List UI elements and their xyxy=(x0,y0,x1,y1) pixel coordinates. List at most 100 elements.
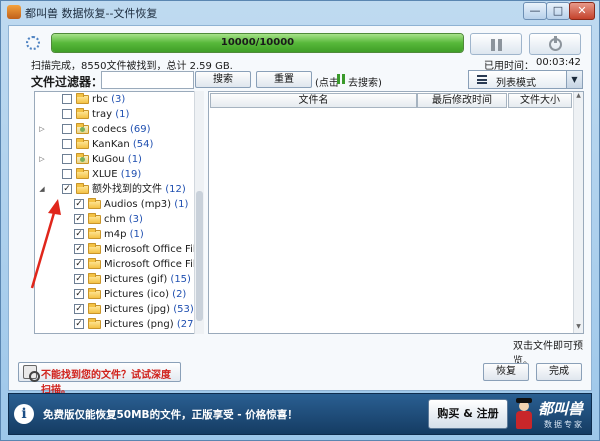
finish-button[interactable]: 完成 xyxy=(536,363,582,381)
tree-item-checkbox[interactable] xyxy=(62,109,72,119)
deep-scan-icon xyxy=(23,365,40,382)
tree-item-checkbox[interactable]: ✓ xyxy=(62,184,72,194)
footer-banner: i 免费版仅能恢复50MB的文件，正版享受 - 价格惊喜！ 购买 & 注册 都叫… xyxy=(8,393,592,435)
pause-hint-icon xyxy=(337,74,346,84)
tree-scrollbar-thumb[interactable] xyxy=(196,191,203,321)
tree-item-name: m4p xyxy=(104,229,127,240)
file-list-scrollbar[interactable]: ▲ ▼ xyxy=(573,92,583,333)
scroll-up-icon[interactable]: ▲ xyxy=(574,92,583,102)
deep-scan-button[interactable]: 不能找到您的文件？试试深度扫描。 xyxy=(18,362,181,396)
scroll-down-icon[interactable]: ▼ xyxy=(574,323,583,333)
tree-item-checkbox[interactable]: ✓ xyxy=(74,199,84,209)
tree-item-count: (3) xyxy=(128,214,143,225)
tree-item-checkbox[interactable]: ✓ xyxy=(74,304,84,314)
file-list[interactable]: 文件名 最后修改时间 文件大小 ▲ ▼ xyxy=(208,91,584,334)
tree-item[interactable]: KanKan (54) xyxy=(35,137,195,152)
window-title: 都叫兽 数据恢复--文件恢复 xyxy=(25,7,158,20)
search-hint-suffix: 去搜索) xyxy=(348,78,382,89)
tree-item-count: (3) xyxy=(111,94,126,105)
tree-item[interactable]: ✓ Pictures (jpg) (53) xyxy=(35,302,195,317)
chevron-down-icon[interactable]: ▼ xyxy=(566,71,582,88)
tree-item-label: Pictures (ico) (2) xyxy=(104,287,186,302)
tree-item-label: Audios (mp3) (1) xyxy=(104,197,188,212)
search-button[interactable]: 搜索 xyxy=(195,71,251,88)
tree-item-checkbox[interactable]: ✓ xyxy=(74,214,84,224)
close-button[interactable]: ✕ xyxy=(569,2,595,20)
folder-icon xyxy=(76,153,89,164)
column-header-size[interactable]: 文件大小 xyxy=(508,93,572,108)
tree-item[interactable]: ▷ KuGou (1) xyxy=(35,152,195,167)
tree-item-name: Pictures (ico) xyxy=(104,289,169,300)
folder-icon xyxy=(88,303,101,314)
file-filter-input[interactable] xyxy=(101,71,194,89)
minimize-button[interactable]: — xyxy=(523,2,547,20)
tree-item-count: (53) xyxy=(173,304,194,315)
tree-item-count: (12) xyxy=(165,184,186,195)
app-logo-icon xyxy=(7,5,21,19)
tree-item-label: chm (3) xyxy=(104,212,143,227)
tree-item-checkbox[interactable] xyxy=(62,94,72,104)
tree-expander-icon[interactable]: ◢ xyxy=(38,182,46,197)
tree-item-checkbox[interactable] xyxy=(62,169,72,179)
tree-item[interactable]: rbc (3) xyxy=(35,92,195,107)
tree-item-label: Pictures (png) (27) xyxy=(104,317,197,332)
tree-item-name: chm xyxy=(104,214,126,225)
tree-item-name: rbc xyxy=(92,94,108,105)
tree-item-checkbox[interactable] xyxy=(62,154,72,164)
tree-item-count: (54) xyxy=(132,139,154,150)
maximize-button[interactable]: □ xyxy=(546,2,570,20)
tree-item[interactable]: ✓ Pictures (png) (27) xyxy=(35,317,197,332)
folder-icon xyxy=(76,93,89,104)
tree-item-label: m4p (1) xyxy=(104,227,144,242)
view-mode-label: 列表模式 xyxy=(496,78,536,89)
folder-icon xyxy=(88,288,101,299)
tree-item-checkbox[interactable]: ✓ xyxy=(74,229,84,239)
folder-icon xyxy=(76,123,89,134)
column-header-filename[interactable]: 文件名 xyxy=(210,93,417,108)
tree-item-count: (15) xyxy=(170,274,191,285)
tree-item-checkbox[interactable] xyxy=(62,139,72,149)
search-hint-prefix: (点击 xyxy=(315,78,339,89)
tree-item-count: (1) xyxy=(174,199,189,210)
tree-item-checkbox[interactable]: ✓ xyxy=(74,259,84,269)
pause-scan-button[interactable] xyxy=(470,33,522,55)
tree-item-name: Pictures (jpg) xyxy=(104,304,171,315)
reset-button[interactable]: 重置 xyxy=(256,71,312,88)
title-bar[interactable]: 都叫兽 数据恢复--文件恢复 — □ ✕ xyxy=(1,1,599,23)
progress-label: 10000/10000 xyxy=(220,37,295,48)
column-header-modified[interactable]: 最后修改时间 xyxy=(417,93,507,108)
tree-item-label: KanKan (54) xyxy=(92,137,153,152)
tree-item-count: (19) xyxy=(120,169,142,180)
pause-icon xyxy=(491,39,503,51)
tree-item-checkbox[interactable] xyxy=(62,124,72,134)
brand-name: 都叫兽 xyxy=(538,400,584,418)
tree-item-name: 额外找到的文件 xyxy=(92,184,162,195)
tree-scrollbar[interactable] xyxy=(194,91,204,334)
tree-expander-icon[interactable]: ▷ xyxy=(38,152,46,167)
tree-item-label: Pictures (jpg) (53) xyxy=(104,302,194,317)
recover-button[interactable]: 恢复 xyxy=(483,363,529,381)
tree-item-checkbox[interactable]: ✓ xyxy=(74,289,84,299)
tree-item-name: tray xyxy=(92,109,113,120)
tree-item[interactable]: tray (1) xyxy=(35,107,195,122)
tree-item-checkbox[interactable]: ✓ xyxy=(74,274,84,284)
tree-item[interactable]: ▷ codecs (69) xyxy=(35,122,195,137)
tree-item-checkbox[interactable]: ✓ xyxy=(74,244,84,254)
tree-expander-icon[interactable]: ▷ xyxy=(38,122,46,137)
mascot-icon xyxy=(514,398,534,431)
buy-register-button[interactable]: 购买 & 注册 xyxy=(428,399,508,429)
folder-icon xyxy=(76,183,89,194)
view-mode-select[interactable]: 列表模式 ▼ xyxy=(468,70,583,89)
tree-item-name: Pictures (gif) xyxy=(104,274,168,285)
folder-icon xyxy=(88,273,101,284)
tree-item[interactable]: ◢ ✓ 额外找到的文件 (12) xyxy=(35,182,195,197)
brand-logo: 都叫兽 数据专家 xyxy=(512,395,590,433)
tree-item-checkbox[interactable]: ✓ xyxy=(74,319,84,329)
tree-item-label: 额外找到的文件 (12) xyxy=(92,182,186,197)
tree-item[interactable]: XLUE (19) xyxy=(35,167,195,182)
stop-scan-button[interactable] xyxy=(529,33,581,55)
tree-item-label: XLUE (19) xyxy=(92,167,141,182)
tree-item-name: XLUE xyxy=(92,169,118,180)
folder-icon xyxy=(88,228,101,239)
tree-item-label: Pictures (gif) (15) xyxy=(104,272,191,287)
